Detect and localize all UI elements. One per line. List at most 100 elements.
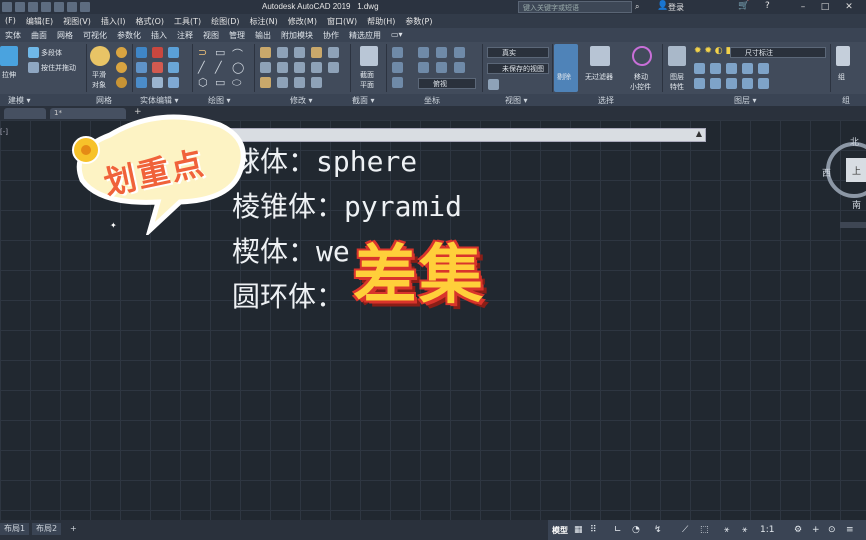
minimize-icon[interactable]: – <box>796 1 810 13</box>
menu-tools[interactable]: 工具(T) <box>169 14 206 28</box>
shell-icon[interactable] <box>136 77 147 88</box>
layer-properties-icon[interactable] <box>668 46 686 66</box>
panel-section[interactable]: 截面 ▾ <box>352 95 375 106</box>
viewcube-top-face[interactable]: 上 <box>852 164 861 177</box>
panel-modify[interactable]: 修改 ▾ <box>290 95 313 106</box>
panel-view[interactable]: 视图 ▾ <box>505 95 528 106</box>
union-icon[interactable] <box>136 47 147 58</box>
panel-modeling[interactable]: 建模 ▾ <box>8 95 31 106</box>
rectangle-icon[interactable]: ▭ <box>215 76 225 89</box>
fillet-icon[interactable] <box>294 62 305 73</box>
layer-tool-1-icon[interactable] <box>694 63 705 74</box>
section-plane-icon[interactable] <box>360 46 378 66</box>
mirror-icon[interactable] <box>277 62 288 73</box>
isolate-icon[interactable]: ⊙ <box>828 525 836 535</box>
cart-icon[interactable]: 🛒 <box>738 1 749 11</box>
construction-line-icon[interactable]: ╱ <box>215 61 222 74</box>
annotation-scale-icon[interactable]: ⚹ <box>724 525 729 535</box>
tab-featured-apps[interactable]: 精选应用 <box>344 28 386 42</box>
trim-icon[interactable] <box>294 47 305 58</box>
panel-draw[interactable]: 绘图 ▾ <box>208 95 231 106</box>
layer-select[interactable]: 尺寸标注 <box>730 47 826 58</box>
copy-icon[interactable] <box>260 62 271 73</box>
menu-format[interactable]: 格式(O) <box>130 14 169 28</box>
presspull-icon[interactable] <box>28 62 39 73</box>
mesh-smooth-more-icon[interactable] <box>116 47 127 58</box>
layer-tool-3-icon[interactable] <box>726 63 737 74</box>
selection-cycle-icon[interactable]: ⬚ <box>700 525 709 535</box>
extend-icon[interactable] <box>311 47 322 58</box>
ucs-object-icon[interactable] <box>436 62 447 73</box>
menu-draw[interactable]: 绘图(D) <box>206 14 244 28</box>
subtract-icon[interactable] <box>152 47 163 58</box>
menu-edit[interactable]: 编辑(E) <box>21 14 58 28</box>
tab-visualize[interactable]: 可视化 <box>78 28 112 42</box>
scroll-up-icon[interactable]: ▲ <box>696 129 702 138</box>
arc-icon[interactable]: ⌒ <box>232 46 243 62</box>
explode-icon[interactable] <box>311 62 322 73</box>
help-icon[interactable]: ? <box>765 1 770 11</box>
array-icon[interactable] <box>277 77 288 88</box>
ucs-icon[interactable] <box>392 47 403 58</box>
circle-icon[interactable]: ◯ <box>232 61 244 74</box>
viewport-icon[interactable] <box>488 79 499 90</box>
layer-tool-8-icon[interactable] <box>726 78 737 89</box>
add-layout-icon[interactable]: + <box>66 523 81 535</box>
tab-annotate[interactable]: 注释 <box>172 28 198 42</box>
annotation-scale-label[interactable]: 1:1 <box>760 525 774 535</box>
close-icon[interactable]: ✕ <box>842 1 856 13</box>
scale-icon[interactable] <box>260 77 271 88</box>
panel-layers[interactable]: 图层 ▾ <box>734 95 757 106</box>
menu-help[interactable]: 帮助(H) <box>362 14 400 28</box>
menu-parametric[interactable]: 参数(P) <box>400 14 437 28</box>
offset-icon[interactable] <box>294 77 305 88</box>
ribbon-toggle-icon[interactable]: ▭▾ <box>386 28 408 42</box>
tab-insert[interactable]: 插入 <box>146 28 172 42</box>
doc-tab-start[interactable] <box>4 108 46 119</box>
no-filter-icon[interactable] <box>590 46 610 66</box>
ucs-face-icon[interactable] <box>454 62 465 73</box>
stretch-icon[interactable] <box>328 62 339 73</box>
ucs-y-icon[interactable] <box>436 47 447 58</box>
plus-icon[interactable]: + <box>812 525 820 535</box>
redo-icon[interactable] <box>80 2 90 12</box>
mesh-smooth-less-icon[interactable] <box>116 62 127 73</box>
layer-tool-10-icon[interactable] <box>758 78 769 89</box>
lineweight-icon[interactable]: ⟋ <box>682 525 688 535</box>
tab-layout1[interactable]: 布局1 <box>0 523 30 535</box>
search-icon[interactable]: ⌕ <box>635 2 639 12</box>
open-file-icon[interactable] <box>15 2 25 12</box>
tab-mesh[interactable]: 网格 <box>52 28 78 42</box>
tab-manage[interactable]: 管理 <box>224 28 250 42</box>
fillet-edge-icon[interactable] <box>168 77 179 88</box>
save-icon[interactable] <box>28 2 38 12</box>
menu-file[interactable]: (F) <box>0 14 21 28</box>
separate-icon[interactable] <box>152 77 163 88</box>
tab-solid[interactable]: 实体 <box>0 28 26 42</box>
tab-output[interactable]: 输出 <box>250 28 276 42</box>
layer-tool-6-icon[interactable] <box>694 78 705 89</box>
tab-surface[interactable]: 曲面 <box>26 28 52 42</box>
login-button[interactable]: 登录 <box>668 2 684 13</box>
align-icon[interactable] <box>311 77 322 88</box>
annotation-visibility-icon[interactable]: ⚹ <box>742 525 747 535</box>
ucs-world-icon[interactable] <box>392 62 403 73</box>
named-view-select[interactable]: 未保存的视图 <box>487 63 549 74</box>
view-cube[interactable]: 北 西 上 南 <box>822 136 866 228</box>
move-gizmo-icon[interactable] <box>632 46 652 66</box>
layer-tool-4-icon[interactable] <box>742 63 753 74</box>
compass-south[interactable]: 南 <box>852 198 861 211</box>
user-icon[interactable]: 👤 <box>657 1 668 11</box>
coords-select[interactable]: 俯视 <box>418 78 476 89</box>
polar-icon[interactable]: ◔ <box>632 525 640 535</box>
panel-groups[interactable]: 组 <box>842 95 850 106</box>
polysolid-icon[interactable] <box>28 47 39 58</box>
layer-tool-2-icon[interactable] <box>710 63 721 74</box>
layer-tool-5-icon[interactable] <box>758 63 769 74</box>
layer-tool-7-icon[interactable] <box>710 78 721 89</box>
tab-parametric[interactable]: 参数化 <box>112 28 146 42</box>
group-icon[interactable] <box>836 46 850 66</box>
tab-addins[interactable]: 附加模块 <box>276 28 318 42</box>
grid-icon[interactable]: ▦ <box>574 525 583 535</box>
snap-icon[interactable]: ⠿ <box>590 525 597 535</box>
